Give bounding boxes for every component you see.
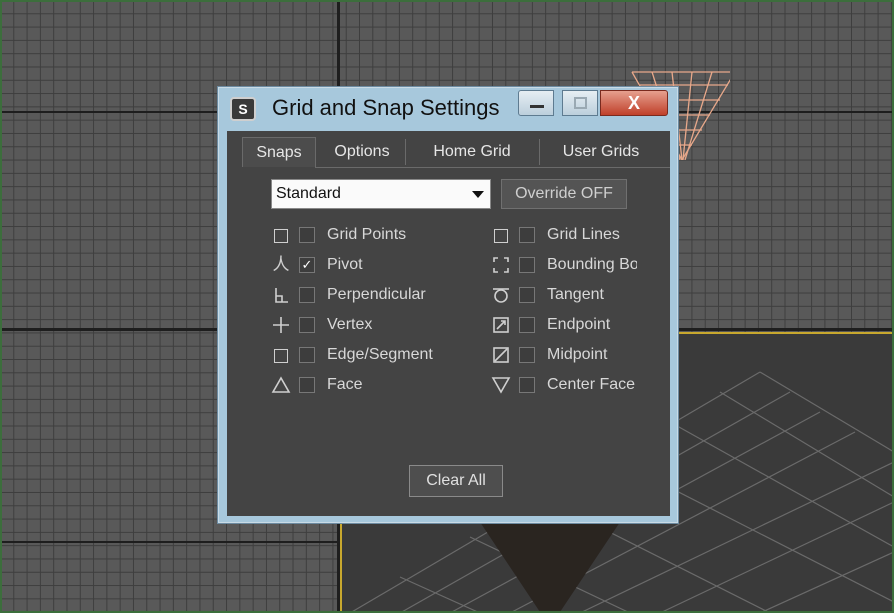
close-icon: X [627, 93, 640, 113]
snap-grid-points[interactable]: Grid Points [271, 223, 461, 247]
checkbox[interactable] [519, 347, 535, 363]
snap-label: Edge/Segment [327, 346, 433, 363]
snap-face[interactable]: Face [271, 373, 461, 397]
checkbox[interactable] [299, 347, 315, 363]
app-icon[interactable]: S [230, 97, 256, 121]
grid-lines-icon [491, 225, 511, 245]
tab-label: Options [334, 143, 390, 160]
minimize-button[interactable] [518, 90, 554, 116]
center-face-icon [491, 375, 511, 395]
vertex-icon [271, 315, 291, 335]
snap-label: Pivot [327, 256, 363, 273]
tab-label: Home Grid [433, 143, 511, 160]
close-button[interactable]: X [600, 90, 668, 116]
bounding-box-icon [491, 255, 511, 275]
snap-bounding-box[interactable]: Bounding Bo [491, 253, 637, 277]
snap-label: Grid Lines [547, 226, 620, 243]
tab-options[interactable]: Options [319, 137, 405, 167]
snap-vertex[interactable]: Vertex [271, 313, 461, 337]
snap-type-dropdown[interactable]: Standard [271, 179, 491, 209]
snap-grid-lines[interactable]: Grid Lines [491, 223, 641, 247]
tab-label: Snaps [256, 144, 302, 161]
snap-midpoint[interactable]: Midpoint [491, 343, 641, 367]
override-button[interactable]: Override OFF [501, 179, 627, 209]
grid-points-icon [271, 225, 291, 245]
tangent-icon [491, 285, 511, 305]
snap-label: Center Face [547, 376, 636, 393]
snap-tangent[interactable]: Tangent [491, 283, 641, 307]
checkbox[interactable] [519, 227, 535, 243]
tab-separator [405, 139, 406, 165]
snap-edge-segment[interactable]: Edge/Segment [271, 343, 461, 367]
checkbox[interactable] [519, 377, 535, 393]
checkbox[interactable] [519, 317, 535, 333]
midpoint-icon [491, 345, 511, 365]
maximize-button[interactable] [562, 90, 598, 116]
snap-label: Face [327, 376, 363, 393]
perpendicular-icon [271, 285, 291, 305]
title-bar[interactable]: S Grid and Snap Settings X [218, 87, 678, 129]
minimize-icon [530, 105, 544, 108]
checkbox[interactable] [519, 287, 535, 303]
snap-label: Grid Points [327, 226, 407, 243]
snap-label: Endpoint [547, 316, 611, 333]
endpoint-icon [491, 315, 511, 335]
face-icon [271, 375, 291, 395]
snap-endpoint[interactable]: Endpoint [491, 313, 641, 337]
checkbox[interactable] [299, 227, 315, 243]
snap-label: Vertex [327, 316, 373, 333]
snap-perpendicular[interactable]: Perpendicular [271, 283, 461, 307]
edge-segment-icon [271, 345, 291, 365]
checkbox-checked[interactable]: ✓ [299, 257, 315, 273]
tab-label: User Grids [562, 143, 640, 160]
dialog-title: Grid and Snap Settings [272, 95, 500, 120]
tab-home-grid[interactable]: Home Grid [407, 137, 537, 167]
checkbox[interactable] [519, 257, 535, 273]
snap-label: Tangent [547, 286, 604, 303]
tab-bar: Snaps Options Home Grid User Grids [227, 137, 670, 167]
pivot-icon: 人 [272, 255, 290, 274]
tab-user-grids[interactable]: User Grids [541, 137, 661, 167]
checkbox[interactable] [299, 377, 315, 393]
snap-label: Perpendicular [327, 286, 426, 303]
tab-separator [539, 139, 540, 165]
maximize-icon [574, 97, 587, 109]
dropdown-value: Standard [276, 185, 341, 202]
snap-label: Midpoint [547, 346, 608, 363]
snap-pivot[interactable]: 人 ✓ Pivot [271, 253, 461, 277]
tab-underline [315, 167, 670, 168]
chevron-down-icon [472, 191, 484, 198]
dialog-client-area: Snaps Options Home Grid User Grids Stand… [227, 131, 670, 516]
grid-and-snap-settings-dialog: S Grid and Snap Settings X Snaps Options… [217, 86, 679, 524]
checkbox[interactable] [299, 317, 315, 333]
snap-label: Bounding Bo [547, 256, 637, 273]
checkbox[interactable] [299, 287, 315, 303]
clear-all-button[interactable]: Clear All [409, 465, 503, 497]
tab-snaps[interactable]: Snaps [242, 137, 316, 167]
snap-center-face[interactable]: Center Face [491, 373, 637, 397]
